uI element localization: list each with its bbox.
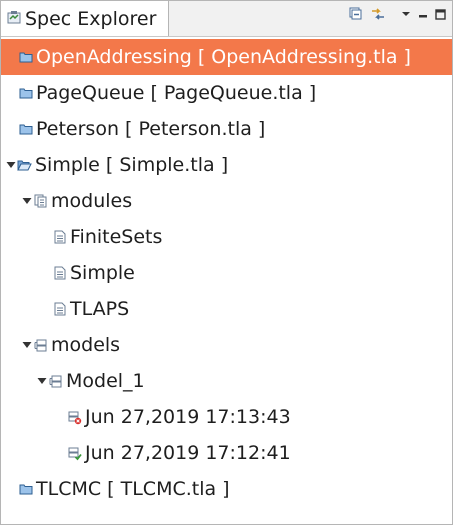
tree-item-label: OpenAddressing [ OpenAddressing.tla ] (36, 46, 411, 68)
view-title-bar: Spec Explorer (1, 1, 452, 37)
tab-title: Spec Explorer (25, 7, 157, 30)
expand-toggle-icon[interactable] (36, 375, 48, 387)
tree-item-label: modules (51, 190, 133, 212)
spec-explorer-view: Spec Explorer OpenAddressing [OpenAddre… (0, 0, 453, 525)
view-toolbar (349, 7, 446, 21)
link-with-editor-icon[interactable] (370, 7, 386, 21)
module-file-icon (52, 230, 67, 245)
modules-icon (33, 194, 48, 209)
tree-item-tlcmc[interactable]: TLCMC [ TLCMC.tla ] (1, 471, 452, 507)
expand-toggle-icon[interactable] (21, 195, 33, 207)
spec-open-icon (17, 158, 32, 173)
tree-item-peterson[interactable]: Peterson [ Peterson.tla ] (1, 111, 452, 147)
model-icon (48, 374, 63, 389)
expand-toggle-icon[interactable] (21, 339, 33, 351)
view-menu-chevron-icon[interactable] (401, 10, 411, 18)
tree-item-simple-module[interactable]: Simple (1, 255, 452, 291)
tree-item-label: Peterson [ Peterson.tla ] (36, 118, 266, 140)
collapse-all-icon[interactable] (349, 7, 363, 21)
tree-item-label: FiniteSets (70, 226, 163, 248)
tree-item-label: Model_1 (66, 370, 145, 392)
tree-item-model-run[interactable]: Jun 27,2019 17:12:41 (1, 435, 452, 471)
tab-spec-explorer[interactable]: Spec Explorer (1, 1, 169, 36)
tree-item-tlaps[interactable]: TLAPS (1, 291, 452, 327)
tree-item-label: TLCMC [ TLCMC.tla ] (36, 478, 230, 500)
spec-icon (18, 86, 33, 101)
spec-explorer-icon (7, 9, 21, 28)
tree-item-label: Jun 27,2019 17:12:41 (85, 442, 291, 464)
minimize-icon[interactable] (418, 9, 428, 19)
models-icon (33, 338, 48, 353)
spec-icon (18, 122, 33, 137)
spec-icon (18, 50, 33, 65)
model-run-ok-icon (67, 446, 82, 461)
tree-item-pagequeue[interactable]: PageQueue [ PageQueue.tla ] (1, 75, 452, 111)
tree-item-model-run[interactable]: Jun 27,2019 17:13:43 (1, 399, 452, 435)
spec-icon (18, 482, 33, 497)
model-run-error-icon (67, 410, 82, 425)
tree-item-model-1[interactable]: Model_1 (1, 363, 452, 399)
expand-toggle-icon[interactable] (5, 159, 17, 171)
tree-item-openaddressing[interactable]: OpenAddressing [ OpenAddressing.tla ] (1, 39, 452, 75)
tree-item-label: Simple (70, 262, 135, 284)
module-file-icon (52, 266, 67, 281)
tree-item-models[interactable]: models (1, 327, 452, 363)
tree-item-finitesets[interactable]: FiniteSets (1, 219, 452, 255)
module-file-icon (52, 302, 67, 317)
tree-item-label: Simple [ Simple.tla ] (35, 154, 229, 176)
tree-item-label: PageQueue [ PageQueue.tla ] (36, 82, 317, 104)
tree-item-label: Jun 27,2019 17:13:43 (85, 406, 291, 428)
tree-item-label: models (51, 334, 121, 356)
maximize-icon[interactable] (435, 8, 446, 20)
tree-item-modules[interactable]: modules (1, 183, 452, 219)
tree-item-simple-spec[interactable]: Simple [ Simple.tla ] (1, 147, 452, 183)
tree-item-label: TLAPS (70, 298, 130, 320)
